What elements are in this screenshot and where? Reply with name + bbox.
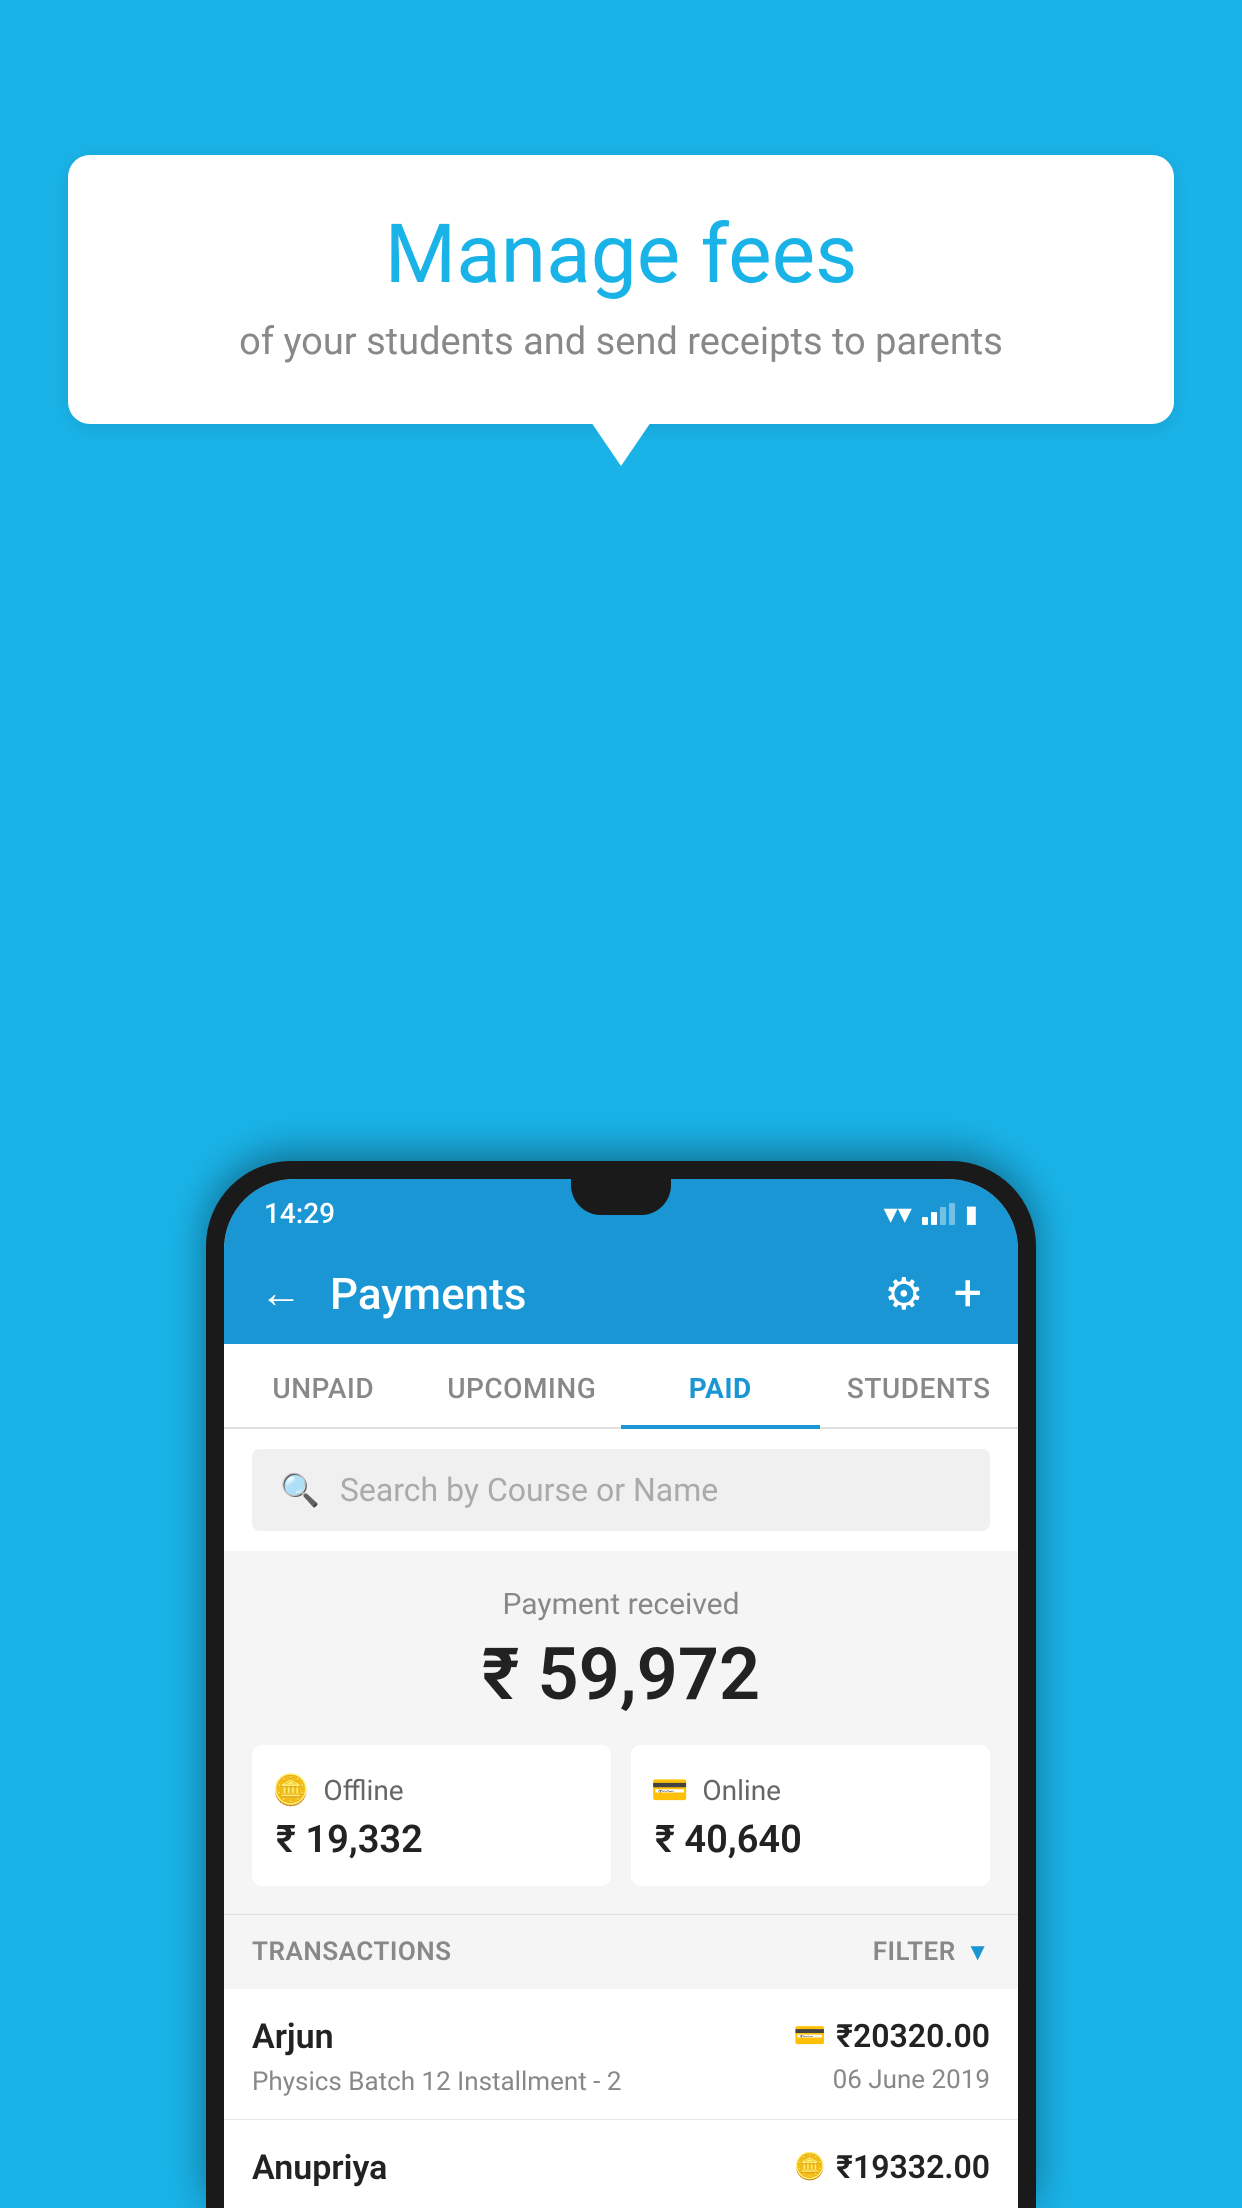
transaction-amount: ₹19332.00 [836,2148,990,2186]
tabs-container: UNPAID UPCOMING PAID STUDENTS [224,1344,1018,1429]
phone-outer: 14:29 ▾▾ ▮ ← Payments ⚙ + [206,1161,1036,2208]
status-bar: 14:29 ▾▾ ▮ [224,1179,1018,1244]
search-container: 🔍 Search by Course or Name [224,1429,1018,1551]
transaction-row[interactable]: Anupriya 🪙 ₹19332.00 [224,2120,1018,2208]
status-icons: ▾▾ ▮ [884,1197,978,1230]
online-icon: 💳 [651,1773,688,1808]
filter-icon: ▼ [966,1938,990,1967]
transactions-label: TRANSACTIONS [252,1937,452,1967]
payment-label: Payment received [252,1587,990,1622]
wifi-icon: ▾▾ [884,1197,912,1230]
app-bar-left: ← Payments [260,1268,526,1320]
online-amount: ₹ 40,640 [651,1818,970,1862]
filter-label: FILTER [873,1937,956,1967]
online-card: 💳 Online ₹ 40,640 [631,1745,990,1886]
transaction-date: 06 June 2019 [794,2065,990,2095]
search-input[interactable]: Search by Course or Name [340,1471,718,1509]
app-title: Payments [330,1268,526,1320]
transaction-detail: Physics Batch 12 Installment - 2 [252,2067,621,2097]
transaction-left: Arjun Physics Batch 12 Installment - 2 [252,2017,621,2097]
signal-bars-icon [922,1203,955,1225]
offline-card-header: 🪙 Offline [272,1773,591,1808]
transaction-amount-row: 🪙 ₹19332.00 [794,2148,990,2186]
offline-label: Offline [323,1774,403,1807]
battery-icon: ▮ [965,1200,978,1228]
transaction-right: 🪙 ₹19332.00 [794,2148,990,2196]
tab-upcoming[interactable]: UPCOMING [423,1344,622,1427]
online-card-header: 💳 Online [651,1773,970,1808]
app-bar: ← Payments ⚙ + [224,1244,1018,1344]
notch [571,1179,671,1215]
app-bar-right: ⚙ + [884,1268,982,1320]
phone-wrapper: 14:29 ▾▾ ▮ ← Payments ⚙ + [206,1161,1036,2208]
offline-icon: 🪙 [272,1773,309,1808]
bubble-subtitle: of your students and send receipts to pa… [128,320,1114,364]
payment-cards: 🪙 Offline ₹ 19,332 💳 Online ₹ 40,640 [252,1745,990,1886]
add-button[interactable]: + [954,1269,982,1319]
transactions-header: TRANSACTIONS FILTER ▼ [224,1914,1018,1989]
offline-card: 🪙 Offline ₹ 19,332 [252,1745,611,1886]
speech-bubble-container: Manage fees of your students and send re… [68,155,1174,424]
tab-students[interactable]: STUDENTS [820,1344,1019,1427]
filter-button[interactable]: FILTER ▼ [873,1937,990,1967]
transaction-amount: ₹20320.00 [836,2017,990,2055]
payment-amount: ₹ 59,972 [252,1632,990,1717]
speech-bubble: Manage fees of your students and send re… [68,155,1174,424]
phone-inner: 14:29 ▾▾ ▮ ← Payments ⚙ + [224,1179,1018,2208]
transaction-row[interactable]: Arjun Physics Batch 12 Installment - 2 💳… [224,1989,1018,2120]
transaction-left: Anupriya [252,2148,387,2198]
status-time: 14:29 [264,1197,335,1230]
payment-summary: Payment received ₹ 59,972 🪙 Offline ₹ 19… [224,1551,1018,1914]
offline-amount: ₹ 19,332 [272,1818,591,1862]
tab-paid[interactable]: PAID [621,1344,820,1427]
transaction-payment-icon: 🪙 [794,2152,826,2182]
transaction-name: Anupriya [252,2148,387,2188]
transaction-payment-icon: 💳 [794,2021,826,2051]
transaction-right: 💳 ₹20320.00 06 June 2019 [794,2017,990,2095]
tab-unpaid[interactable]: UNPAID [224,1344,423,1427]
search-box[interactable]: 🔍 Search by Course or Name [252,1449,990,1531]
bubble-title: Manage fees [128,210,1114,300]
settings-icon[interactable]: ⚙ [884,1268,923,1320]
online-label: Online [702,1774,781,1807]
back-button[interactable]: ← [260,1273,302,1315]
search-icon: 🔍 [280,1471,320,1509]
transaction-amount-row: 💳 ₹20320.00 [794,2017,990,2055]
transaction-name: Arjun [252,2017,621,2057]
